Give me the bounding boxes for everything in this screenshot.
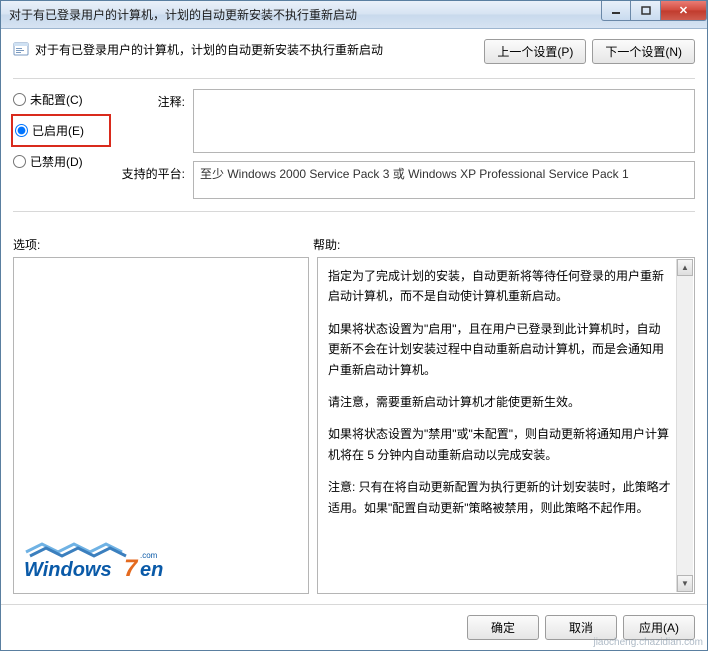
help-label: 帮助: xyxy=(313,236,613,253)
header-row: 对于有已登录用户的计算机，计划的自动更新安装不执行重新启动 上一个设置(P) 下… xyxy=(13,39,695,64)
policy-title: 对于有已登录用户的计算机，计划的自动更新安装不执行重新启动 xyxy=(35,39,478,58)
apply-button[interactable]: 应用(A) xyxy=(623,615,695,640)
enabled-highlight: 已启用(E) xyxy=(11,114,111,147)
radio-group: 未配置(C) 已启用(E) 已禁用(D) xyxy=(13,89,103,199)
radio-disabled[interactable]: 已禁用(D) xyxy=(13,153,103,170)
scroll-down-button[interactable]: ▼ xyxy=(677,575,693,592)
minimize-button[interactable] xyxy=(601,1,631,21)
radio-disabled-input[interactable] xyxy=(13,155,26,168)
radio-enabled-label: 已启用(E) xyxy=(32,122,84,139)
cancel-button[interactable]: 取消 xyxy=(545,615,617,640)
svg-text:7: 7 xyxy=(124,555,139,582)
radio-enabled-input[interactable] xyxy=(15,124,28,137)
comment-row: 注释: xyxy=(115,89,695,153)
svg-text:Windows: Windows xyxy=(24,559,112,581)
nav-buttons: 上一个设置(P) 下一个设置(N) xyxy=(484,39,695,64)
next-setting-button[interactable]: 下一个设置(N) xyxy=(592,39,695,64)
help-p1: 指定为了完成计划的安装，自动更新将等待任何登录的用户重新启动计算机，而不是自动使… xyxy=(328,266,672,307)
radio-not-configured-input[interactable] xyxy=(13,93,26,106)
comment-label: 注释: xyxy=(115,89,185,110)
help-p5: 注意: 只有在将自动更新配置为执行更新的计划安装时，此策略才适用。如果"配置自动… xyxy=(328,477,672,518)
ok-button[interactable]: 确定 xyxy=(467,615,539,640)
previous-setting-button[interactable]: 上一个设置(P) xyxy=(484,39,586,64)
help-p3: 请注意，需要重新启动计算机才能使更新生效。 xyxy=(328,392,672,412)
separator-2 xyxy=(13,211,695,212)
options-panel: Windows 7 en .com xyxy=(13,257,309,594)
separator xyxy=(13,78,695,79)
platform-value: 至少 Windows 2000 Service Pack 3 或 Windows… xyxy=(193,161,695,199)
help-p4: 如果将状态设置为"禁用"或"未配置"，则自动更新将通知用户计算机将在 5 分钟内… xyxy=(328,424,672,465)
help-scrollbar[interactable]: ▲ ▼ xyxy=(676,259,693,592)
dialog-footer: 确定 取消 应用(A) jiaocheng.chazidian.com xyxy=(1,604,707,650)
help-panel: 指定为了完成计划的安装，自动更新将等待任何登录的用户重新启动计算机，而不是自动使… xyxy=(317,257,695,594)
maximize-button[interactable] xyxy=(631,1,661,21)
radio-not-configured[interactable]: 未配置(C) xyxy=(13,91,103,108)
dialog-content: 对于有已登录用户的计算机，计划的自动更新安装不执行重新启动 上一个设置(P) 下… xyxy=(1,29,707,604)
policy-icon xyxy=(13,41,29,57)
titlebar[interactable]: 对于有已登录用户的计算机，计划的自动更新安装不执行重新启动 ✕ xyxy=(1,1,707,29)
windows7en-logo: Windows 7 en .com xyxy=(24,538,298,585)
options-label: 选项: xyxy=(13,236,313,253)
platform-label: 支持的平台: xyxy=(115,161,185,182)
window-title: 对于有已登录用户的计算机，计划的自动更新安装不执行重新启动 xyxy=(1,6,601,23)
panels: Windows 7 en .com 指定为了完成计划的安装，自动更新将等待任何登… xyxy=(13,257,695,594)
radio-not-configured-label: 未配置(C) xyxy=(30,91,83,108)
close-button[interactable]: ✕ xyxy=(661,1,707,21)
svg-text:.com: .com xyxy=(140,551,158,560)
window-controls: ✕ xyxy=(601,1,707,28)
dialog-window: 对于有已登录用户的计算机，计划的自动更新安装不执行重新启动 ✕ 对于有已登录用户… xyxy=(0,0,708,651)
help-p2: 如果将状态设置为"启用"，且在用户已登录到此计算机时，自动更新不会在计划安装过程… xyxy=(328,319,672,380)
scroll-up-button[interactable]: ▲ xyxy=(677,259,693,276)
panel-labels: 选项: 帮助: xyxy=(13,236,695,253)
scroll-track[interactable] xyxy=(677,276,693,575)
config-row: 未配置(C) 已启用(E) 已禁用(D) 注释: xyxy=(13,89,695,199)
fields-column: 注释: 支持的平台: 至少 Windows 2000 Service Pack … xyxy=(115,89,695,199)
comment-input[interactable] xyxy=(193,89,695,153)
radio-enabled[interactable]: 已启用(E) xyxy=(15,122,101,139)
svg-text:en: en xyxy=(140,559,163,581)
radio-disabled-label: 已禁用(D) xyxy=(30,153,83,170)
platform-row: 支持的平台: 至少 Windows 2000 Service Pack 3 或 … xyxy=(115,161,695,199)
